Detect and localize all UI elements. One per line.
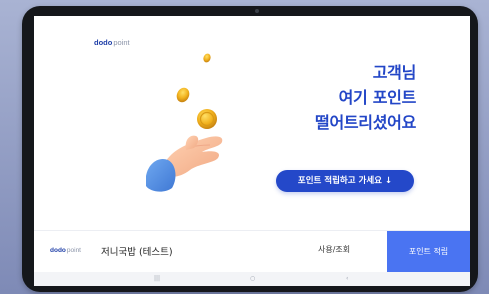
cta-label: 포인트 적립하고 가세요 (297, 176, 382, 186)
front-camera (255, 9, 259, 13)
home-icon[interactable]: ○ (250, 274, 255, 284)
dodo-point-logo: dodopoint (94, 38, 130, 47)
coin-small (203, 53, 211, 63)
recent-apps-icon[interactable]: ||| (154, 274, 160, 284)
bottom-action-bar: dodopoint 저니국밥 (테스트) 사용/조회 포인트 적립 (34, 230, 470, 273)
back-icon[interactable]: ‹ (346, 274, 348, 284)
logo-brand: dodo (94, 38, 113, 47)
logo-suffix: point (113, 38, 130, 47)
app-screen: dodopoint 고객님 여기 포인트 떨어트리셨어요 포인트 적립하고 가세… (34, 16, 470, 286)
system-nav-bar: ||| ○ ‹ (34, 272, 470, 286)
coin-medium (176, 87, 190, 103)
use-inquiry-button[interactable]: 사용/조회 (318, 244, 350, 255)
hand-with-coins-illustration (146, 53, 223, 192)
earn-points-cta-button[interactable]: 포인트 적립하고 가세요 ↓ (276, 170, 414, 192)
logo-suffix-small: point (66, 247, 81, 254)
headline-line-3: 떨어트리셨어요 (315, 113, 416, 132)
arrow-down-icon: ↓ (385, 176, 393, 186)
dodo-point-logo-small: dodopoint (50, 247, 81, 254)
store-name: 저니국밥 (테스트) (101, 247, 173, 258)
headline-line-2: 여기 포인트 (338, 88, 417, 107)
logo-brand-small: dodo (50, 247, 66, 254)
headline-line-1: 고객님 (372, 63, 417, 82)
hero-headline: 고객님 여기 포인트 떨어트리셨어요 (315, 60, 416, 135)
earn-points-button[interactable]: 포인트 적립 (387, 231, 470, 273)
shirt-cuff (146, 158, 176, 192)
